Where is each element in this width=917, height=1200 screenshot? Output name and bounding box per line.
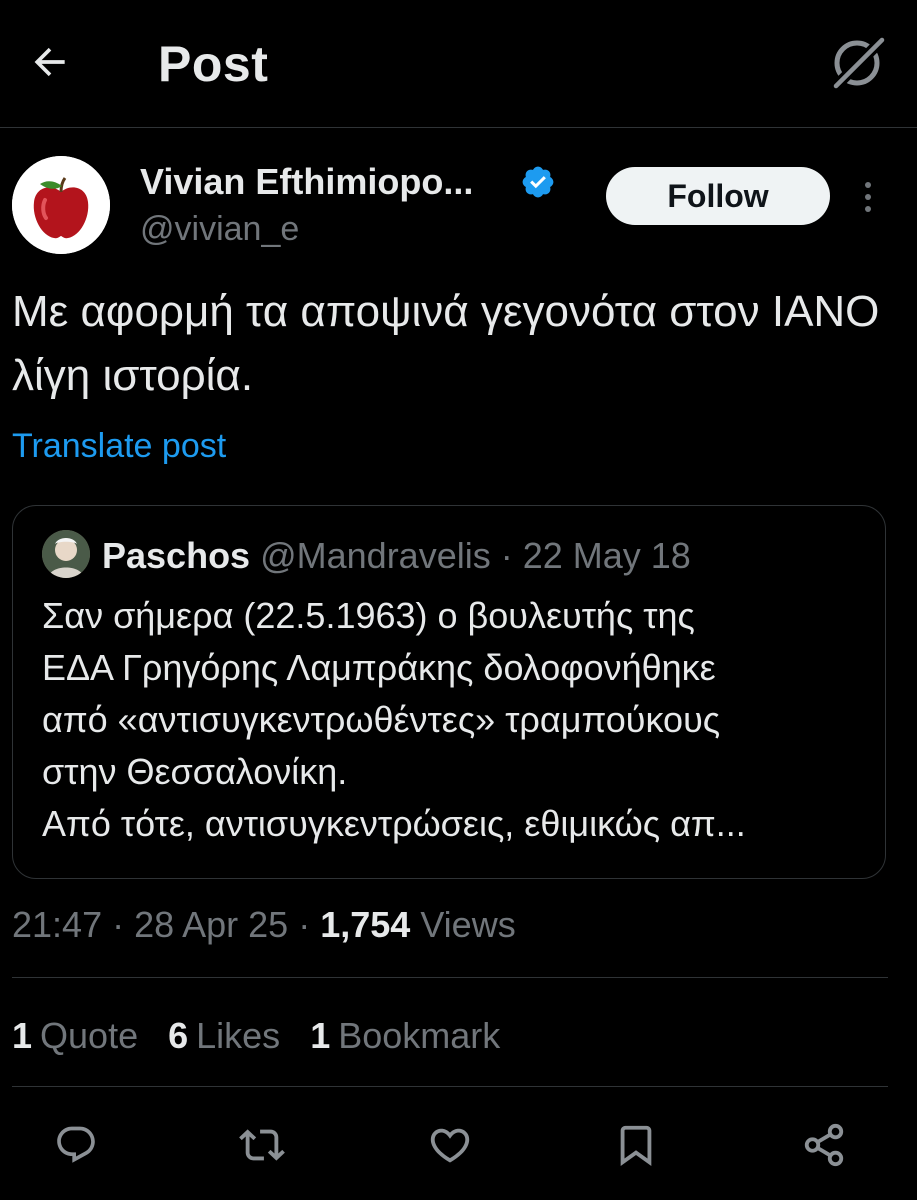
post-meta: 21:47 · 28 Apr 25 · 1,754 Views [12, 902, 516, 948]
verified-badge-icon [520, 164, 556, 200]
quote-date: · 22 May 18 [490, 535, 691, 576]
like-icon [430, 1128, 470, 1163]
bookmarks-stat[interactable]: 1 Bookmark [310, 1013, 500, 1059]
quote-line: Από τότε, αντισυγκεντρώσεις, εθιμικώς απ… [42, 803, 746, 844]
meta-divider [12, 977, 888, 978]
stats-divider [12, 1086, 888, 1087]
bookmark-icon [620, 1125, 652, 1166]
repost-icon [239, 1129, 285, 1161]
quote-line: Σαν σήμερα (22.5.1963) ο βουλευτής της [42, 595, 695, 636]
share-icon [804, 1123, 844, 1167]
likes-count: 6 [168, 1015, 189, 1056]
person-photo-icon [42, 530, 90, 578]
header-divider [0, 127, 917, 128]
share-button[interactable] [796, 1117, 852, 1173]
quote-line: από «αντισυγκεντρωθέντες» τραμπούκους [42, 699, 721, 740]
quotes-count: 1 [12, 1015, 33, 1056]
views-count: 1,754 [320, 904, 411, 945]
back-button[interactable] [22, 34, 78, 90]
likes-stat[interactable]: 6 Likes [168, 1013, 280, 1059]
quote-author-handle: @Mandravelis [260, 535, 491, 576]
views-label: Views [420, 904, 516, 945]
like-button[interactable] [422, 1117, 478, 1173]
more-options-button[interactable] [850, 172, 886, 222]
arrow-left-icon [34, 47, 65, 77]
more-dot-icon [865, 194, 871, 200]
author-handle[interactable]: @vivian_e [140, 208, 299, 250]
more-dot-icon [865, 182, 871, 188]
quotes-stat[interactable]: 1 Quote [12, 1013, 138, 1059]
bookmarks-count: 1 [310, 1015, 331, 1056]
translate-post-link[interactable]: Translate post [12, 424, 226, 468]
quote-avatar [42, 530, 90, 578]
more-dot-icon [865, 206, 871, 212]
post-timestamp: 21:47 · 28 Apr 25 · [12, 904, 321, 945]
reply-button[interactable] [48, 1117, 104, 1173]
bookmark-button[interactable] [608, 1117, 664, 1173]
quote-text: Σαν σήμερα (22.5.1963) ο βουλευτής της Ε… [42, 590, 872, 850]
engagement-stats: 1 Quote 6 Likes 1 Bookmark [12, 1013, 500, 1059]
quotes-label: Quote [40, 1015, 139, 1056]
grok-icon [832, 36, 886, 90]
likes-label: Likes [196, 1015, 281, 1056]
author-name[interactable]: Vivian Efthimiopo... [140, 160, 473, 204]
page-title: Post [158, 36, 269, 92]
avatar[interactable] [12, 156, 110, 254]
grok-button[interactable] [826, 30, 890, 94]
quote-header: Paschos @Mandravelis · 22 May 18 [102, 534, 691, 578]
bookmarks-label: Bookmark [338, 1015, 501, 1056]
post-text: Με αφορμή τα αποψινά γεγονότα στον ΙΑΝΟ … [12, 287, 880, 400]
quote-line: στην Θεσσαλονίκη. [42, 751, 348, 792]
quote-author-name: Paschos [102, 535, 251, 576]
apple-icon [12, 156, 110, 254]
reply-icon [57, 1126, 95, 1163]
repost-button[interactable] [234, 1117, 290, 1173]
quote-line: ΕΔΑ Γρηγόρης Λαμπράκης δολοφονήθηκε [42, 647, 716, 688]
follow-button[interactable]: Follow [606, 167, 830, 225]
